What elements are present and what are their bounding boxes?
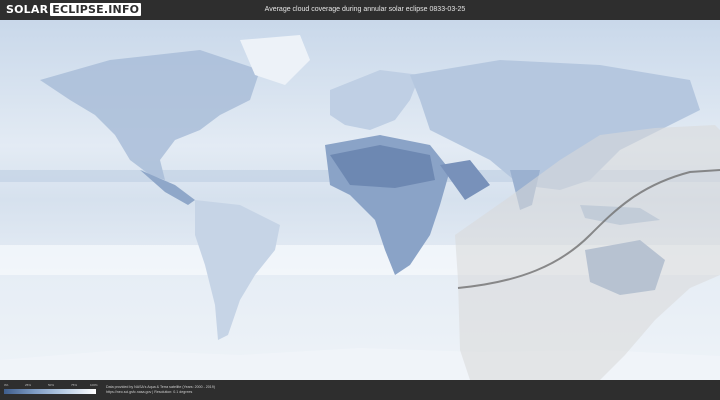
footer-bar: 0% 25% 50% 75% 100% Data provided by NAS… — [0, 380, 720, 400]
world-map-svg — [0, 20, 720, 380]
credit-line-2[interactable]: https://neo.sci.gsfc.nasa.gov | Resoluti… — [106, 390, 215, 395]
site-logo[interactable]: SOLAR ECLIPSE.INFO — [6, 3, 142, 16]
legend-tick: 50% — [48, 383, 55, 387]
map-title: Average cloud coverage during annular so… — [264, 6, 466, 13]
legend-tick: 0% — [4, 383, 9, 387]
legend-tick: 75% — [71, 383, 78, 387]
data-credits: Data provided by NASA's Aqua & Terra sat… — [106, 385, 215, 395]
logo-solar-text: SOLAR — [6, 3, 49, 16]
header-bar: SOLAR ECLIPSE.INFO Average cloud coverage… — [0, 0, 720, 20]
cloud-coverage-legend-bar — [4, 389, 96, 394]
legend-tick: 25% — [25, 383, 32, 387]
cloud-coverage-map — [0, 20, 720, 380]
logo-eclipse-info-text: ECLIPSE.INFO — [50, 3, 142, 16]
legend-tick: 100% — [90, 383, 98, 387]
